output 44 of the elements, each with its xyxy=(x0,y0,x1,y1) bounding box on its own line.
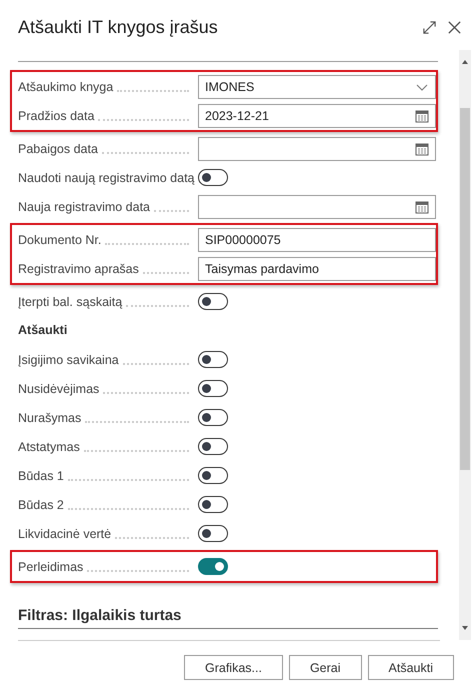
field-label: Nusidėvėjimas xyxy=(18,382,100,396)
date-field[interactable] xyxy=(198,194,436,218)
toggle-switch[interactable] xyxy=(198,525,228,542)
calendar-icon[interactable] xyxy=(415,200,429,214)
dialog-button[interactable]: Gerai xyxy=(288,655,362,680)
field-label: Perleidimas xyxy=(18,560,84,574)
input-field[interactable]: SIP00000075 xyxy=(198,228,436,252)
close-icon[interactable] xyxy=(447,20,462,34)
field-label: Naudoti naują registravimo datą xyxy=(18,170,194,184)
toggle-switch[interactable] xyxy=(198,293,228,310)
toggle-switch[interactable] xyxy=(198,409,228,426)
toggle-switch[interactable] xyxy=(198,380,228,397)
field-label: Būdas 1 xyxy=(18,468,64,482)
field-label: Būdas 2 xyxy=(18,498,64,512)
field-label: Likvidacinė vertė xyxy=(18,526,112,540)
field-label: Pabaigos data xyxy=(18,142,98,156)
field-label: Dokumento Nr. xyxy=(18,232,102,246)
field-label: Pradžios data xyxy=(18,108,94,122)
field-label: Įsigijimo savikaina xyxy=(18,352,119,366)
field-label: Registravimo aprašas xyxy=(18,262,139,276)
toggle-switch[interactable] xyxy=(198,438,228,455)
scrollbar[interactable] xyxy=(459,50,471,640)
window-title: Atšaukti IT knygos įrašus xyxy=(18,16,219,38)
dropdown-field[interactable]: IMONES xyxy=(198,74,436,98)
field-label: Atstatymas xyxy=(18,440,80,454)
field-label: Nauja registravimo data xyxy=(18,200,150,214)
input-field[interactable]: Taisymas pardavimo xyxy=(198,256,436,280)
toggle-switch[interactable] xyxy=(198,169,228,186)
field-label: Nurašymas xyxy=(18,410,82,424)
dialog-button[interactable]: Atšaukti xyxy=(368,655,454,680)
toggle-switch[interactable] xyxy=(198,351,228,368)
toggle-switch[interactable] xyxy=(198,496,228,513)
dialog-button[interactable]: Grafikas... xyxy=(184,655,283,680)
group-heading: Atšaukti xyxy=(18,322,68,339)
toggle-switch[interactable] xyxy=(198,467,228,484)
toggle-switch[interactable] xyxy=(198,558,228,575)
calendar-icon[interactable] xyxy=(415,108,429,122)
date-field[interactable] xyxy=(198,136,436,160)
expand-icon[interactable] xyxy=(422,20,437,34)
date-field[interactable]: 2023-12-21 xyxy=(198,104,436,128)
calendar-icon[interactable] xyxy=(415,142,429,156)
field-label: Atšaukimo knyga xyxy=(18,80,114,94)
field-label: Įterpti bal. sąskaitą xyxy=(18,294,122,308)
section-header[interactable]: Filtras: Ilgalaikis turtas xyxy=(18,607,438,629)
